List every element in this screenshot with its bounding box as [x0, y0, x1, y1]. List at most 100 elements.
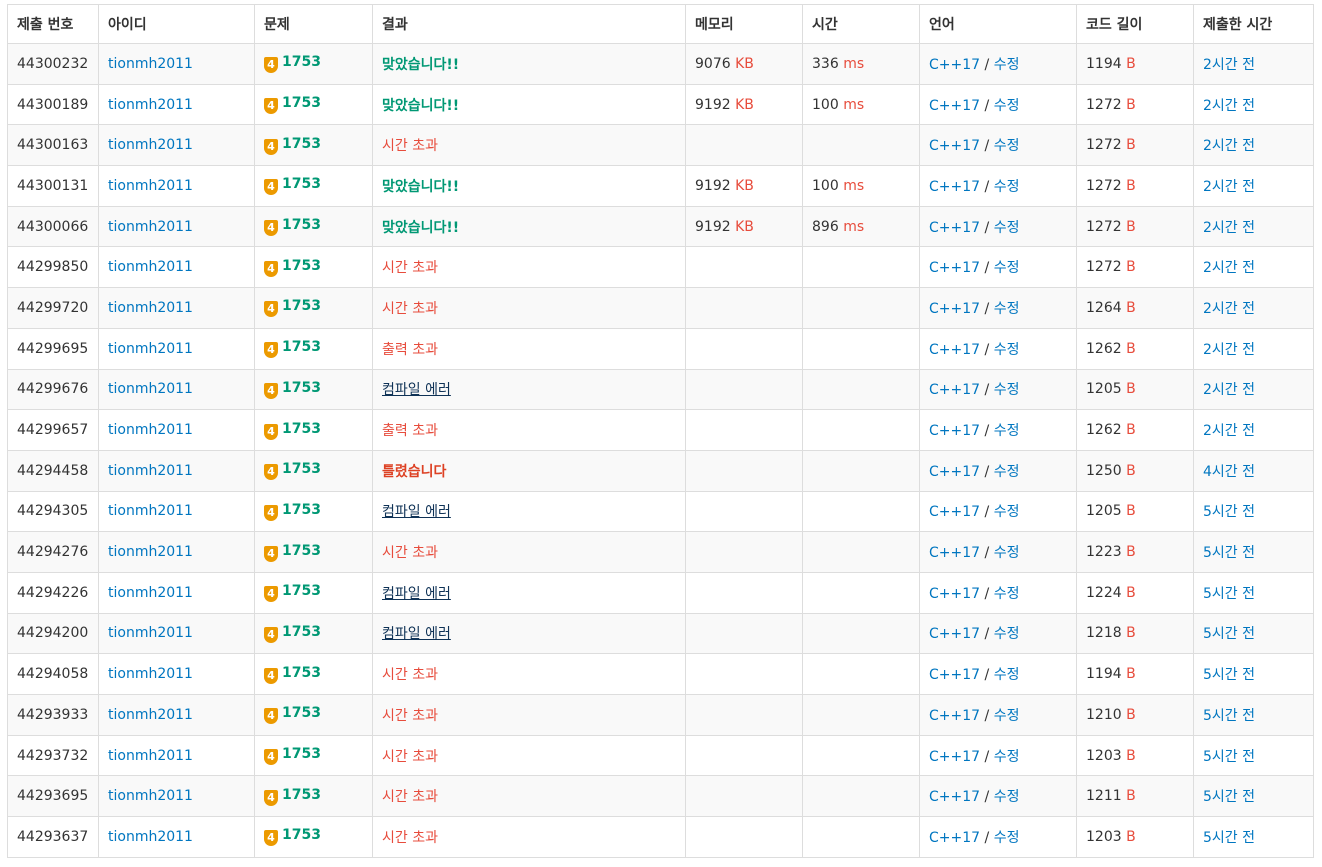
submitted-at-link[interactable]: 5시간 전 — [1203, 626, 1255, 642]
language-link[interactable]: C++17 — [929, 220, 980, 236]
problem-link[interactable]: 1753 — [282, 54, 321, 70]
edit-link[interactable]: 수정 — [994, 301, 1020, 317]
language-link[interactable]: C++17 — [929, 626, 980, 642]
language-link[interactable]: C++17 — [929, 138, 980, 154]
user-link[interactable]: tionmh2011 — [108, 259, 193, 275]
language-link[interactable]: C++17 — [929, 179, 980, 195]
user-link[interactable]: tionmh2011 — [108, 625, 193, 641]
submitted-at-link[interactable]: 2시간 전 — [1203, 342, 1255, 358]
user-link[interactable]: tionmh2011 — [108, 788, 193, 804]
edit-link[interactable]: 수정 — [994, 423, 1020, 439]
language-link[interactable]: C++17 — [929, 464, 980, 480]
result-text[interactable]: 컴파일 에러 — [382, 504, 451, 520]
submitted-at-link[interactable]: 2시간 전 — [1203, 57, 1255, 73]
edit-link[interactable]: 수정 — [994, 98, 1020, 114]
user-link[interactable]: tionmh2011 — [108, 829, 193, 845]
edit-link[interactable]: 수정 — [994, 708, 1020, 724]
user-link[interactable]: tionmh2011 — [108, 381, 193, 397]
language-link[interactable]: C++17 — [929, 545, 980, 561]
language-link[interactable]: C++17 — [929, 57, 980, 73]
problem-link[interactable]: 1753 — [282, 176, 321, 192]
edit-link[interactable]: 수정 — [994, 260, 1020, 276]
submitted-at-link[interactable]: 5시간 전 — [1203, 586, 1255, 602]
problem-link[interactable]: 1753 — [282, 583, 321, 599]
language-link[interactable]: C++17 — [929, 708, 980, 724]
language-link[interactable]: C++17 — [929, 830, 980, 846]
language-link[interactable]: C++17 — [929, 98, 980, 114]
problem-link[interactable]: 1753 — [282, 421, 321, 437]
language-link[interactable]: C++17 — [929, 749, 980, 765]
problem-link[interactable]: 1753 — [282, 339, 321, 355]
edit-link[interactable]: 수정 — [994, 667, 1020, 683]
edit-link[interactable]: 수정 — [994, 179, 1020, 195]
submitted-at-link[interactable]: 5시간 전 — [1203, 789, 1255, 805]
edit-link[interactable]: 수정 — [994, 382, 1020, 398]
user-link[interactable]: tionmh2011 — [108, 178, 193, 194]
submitted-at-link[interactable]: 5시간 전 — [1203, 504, 1255, 520]
submitted-at-link[interactable]: 5시간 전 — [1203, 667, 1255, 683]
problem-link[interactable]: 1753 — [282, 502, 321, 518]
problem-link[interactable]: 1753 — [282, 746, 321, 762]
edit-link[interactable]: 수정 — [994, 138, 1020, 154]
problem-link[interactable]: 1753 — [282, 136, 321, 152]
language-link[interactable]: C++17 — [929, 789, 980, 805]
language-link[interactable]: C++17 — [929, 260, 980, 276]
edit-link[interactable]: 수정 — [994, 504, 1020, 520]
user-link[interactable]: tionmh2011 — [108, 97, 193, 113]
edit-link[interactable]: 수정 — [994, 830, 1020, 846]
problem-link[interactable]: 1753 — [282, 624, 321, 640]
problem-link[interactable]: 1753 — [282, 705, 321, 721]
submitted-at-link[interactable]: 5시간 전 — [1203, 545, 1255, 561]
submitted-at-link[interactable]: 2시간 전 — [1203, 382, 1255, 398]
user-link[interactable]: tionmh2011 — [108, 503, 193, 519]
language-link[interactable]: C++17 — [929, 382, 980, 398]
submitted-at-link[interactable]: 2시간 전 — [1203, 179, 1255, 195]
problem-link[interactable]: 1753 — [282, 461, 321, 477]
problem-link[interactable]: 1753 — [282, 95, 321, 111]
edit-link[interactable]: 수정 — [994, 57, 1020, 73]
user-link[interactable]: tionmh2011 — [108, 219, 193, 235]
language-link[interactable]: C++17 — [929, 423, 980, 439]
edit-link[interactable]: 수정 — [994, 749, 1020, 765]
language-link[interactable]: C++17 — [929, 342, 980, 358]
result-text[interactable]: 컴파일 에러 — [382, 382, 451, 398]
user-link[interactable]: tionmh2011 — [108, 137, 193, 153]
result-text[interactable]: 컴파일 에러 — [382, 586, 451, 602]
submitted-at-link[interactable]: 2시간 전 — [1203, 260, 1255, 276]
problem-link[interactable]: 1753 — [282, 665, 321, 681]
language-link[interactable]: C++17 — [929, 667, 980, 683]
language-link[interactable]: C++17 — [929, 586, 980, 602]
submitted-at-link[interactable]: 5시간 전 — [1203, 749, 1255, 765]
user-link[interactable]: tionmh2011 — [108, 341, 193, 357]
submitted-at-link[interactable]: 2시간 전 — [1203, 220, 1255, 236]
edit-link[interactable]: 수정 — [994, 464, 1020, 480]
user-link[interactable]: tionmh2011 — [108, 422, 193, 438]
language-link[interactable]: C++17 — [929, 504, 980, 520]
edit-link[interactable]: 수정 — [994, 545, 1020, 561]
problem-link[interactable]: 1753 — [282, 380, 321, 396]
problem-link[interactable]: 1753 — [282, 298, 321, 314]
submitted-at-link[interactable]: 5시간 전 — [1203, 830, 1255, 846]
user-link[interactable]: tionmh2011 — [108, 748, 193, 764]
problem-link[interactable]: 1753 — [282, 258, 321, 274]
user-link[interactable]: tionmh2011 — [108, 707, 193, 723]
result-text[interactable]: 컴파일 에러 — [382, 626, 451, 642]
user-link[interactable]: tionmh2011 — [108, 666, 193, 682]
edit-link[interactable]: 수정 — [994, 220, 1020, 236]
problem-link[interactable]: 1753 — [282, 827, 321, 843]
submitted-at-link[interactable]: 2시간 전 — [1203, 98, 1255, 114]
edit-link[interactable]: 수정 — [994, 586, 1020, 602]
user-link[interactable]: tionmh2011 — [108, 463, 193, 479]
user-link[interactable]: tionmh2011 — [108, 544, 193, 560]
user-link[interactable]: tionmh2011 — [108, 56, 193, 72]
submitted-at-link[interactable]: 5시간 전 — [1203, 708, 1255, 724]
submitted-at-link[interactable]: 2시간 전 — [1203, 301, 1255, 317]
problem-link[interactable]: 1753 — [282, 543, 321, 559]
submitted-at-link[interactable]: 4시간 전 — [1203, 464, 1255, 480]
user-link[interactable]: tionmh2011 — [108, 300, 193, 316]
edit-link[interactable]: 수정 — [994, 626, 1020, 642]
edit-link[interactable]: 수정 — [994, 789, 1020, 805]
user-link[interactable]: tionmh2011 — [108, 585, 193, 601]
submitted-at-link[interactable]: 2시간 전 — [1203, 138, 1255, 154]
language-link[interactable]: C++17 — [929, 301, 980, 317]
